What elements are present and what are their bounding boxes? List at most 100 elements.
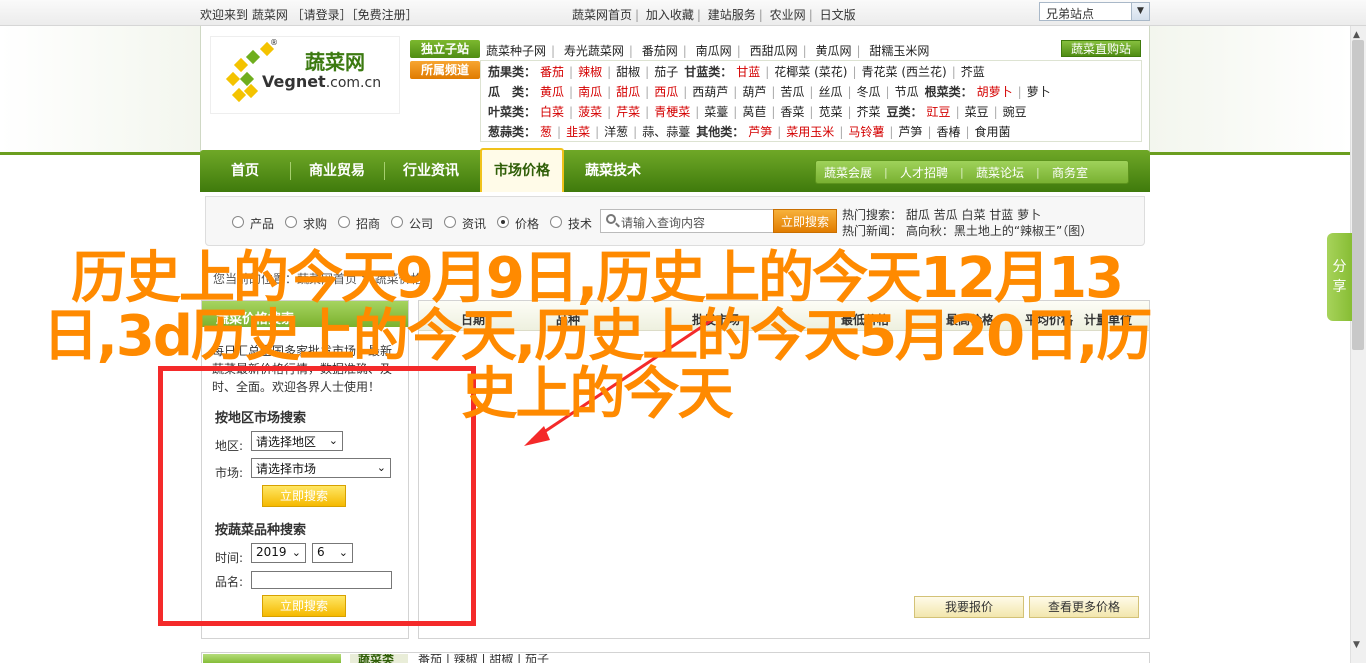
search-input[interactable]: 请输入查询内容	[600, 209, 774, 233]
category-link[interactable]: 萝卜	[1027, 85, 1051, 99]
radio-label: 招商	[356, 217, 381, 231]
nav-technology[interactable]: 蔬菜技术	[568, 150, 658, 192]
top-links: 蔬菜网首页 | 加入收藏 | 建站服务 | 农业网 | 日文版	[572, 8, 856, 22]
radio-product[interactable]	[232, 216, 244, 228]
category-label: 叶菜类：	[488, 105, 537, 119]
category-label: 甘蓝类：	[684, 65, 733, 79]
subnav-forum[interactable]: 蔬菜论坛	[976, 164, 1024, 181]
category-link[interactable]: 洋葱	[604, 125, 628, 139]
bottom-links[interactable]: 番茄 | 辣椒 | 甜椒 | 茄子	[418, 654, 549, 663]
site-link[interactable]: 黄瓜网	[815, 44, 851, 58]
category-link[interactable]: 菠菜	[578, 105, 602, 119]
category-link[interactable]: 胡萝卜	[977, 85, 1013, 99]
subnav-expo[interactable]: 蔬菜会展	[824, 164, 872, 181]
category-link[interactable]: 节瓜	[895, 85, 919, 99]
category-link[interactable]: 马铃薯	[848, 125, 884, 139]
hot-lines: 热门搜索： 甜瓜 苦瓜 白菜 甘蓝 萝卜 热门新闻： 高向秋：黑土地上的“辣椒王…	[842, 207, 1092, 239]
category-link[interactable]: 青梗菜	[654, 105, 690, 119]
subnav-jobs[interactable]: 人才招聘	[900, 164, 948, 181]
nav-divider	[290, 162, 291, 180]
nav-home[interactable]: 首页	[200, 150, 290, 192]
category-link[interactable]: 蒜、蒜薹	[642, 125, 690, 139]
category-label: 瓜 类：	[488, 85, 537, 99]
top-link-agri[interactable]: 农业网	[770, 8, 806, 22]
top-link-build-site[interactable]: 建站服务	[708, 8, 756, 22]
site-link[interactable]: 寿光蔬菜网	[564, 44, 624, 58]
category-link[interactable]: 葫芦	[742, 85, 766, 99]
vegetable-mall-button[interactable]: 蔬菜直购站	[1061, 40, 1141, 57]
category-link[interactable]: 莴苣	[742, 105, 766, 119]
category-link[interactable]: 黄瓜	[540, 85, 564, 99]
category-link[interactable]: 西瓜	[654, 85, 678, 99]
category-link[interactable]: 南瓜	[578, 85, 602, 99]
category-link[interactable]: 苦瓜	[780, 85, 804, 99]
category-link[interactable]: 花椰菜 (菜花)	[774, 65, 847, 79]
category-link[interactable]: 菜豆	[965, 105, 989, 119]
category-link[interactable]: 豇豆	[927, 105, 951, 119]
category-link[interactable]: 芦笋	[748, 125, 772, 139]
category-link[interactable]: 菜薹	[704, 105, 728, 119]
category-link[interactable]: 番茄	[540, 65, 564, 79]
category-link[interactable]: 芹菜	[616, 105, 640, 119]
category-link[interactable]: 食用菌	[975, 125, 1011, 139]
radio-price[interactable]	[497, 216, 509, 228]
nav-trade[interactable]: 商业贸易	[292, 150, 382, 192]
category-link[interactable]: 菜用玉米	[786, 125, 834, 139]
category-link[interactable]: 芥菜	[857, 105, 881, 119]
sister-sites-select[interactable]: 兄弟站点 ▼	[1039, 2, 1150, 21]
category-link[interactable]: 芥蓝	[961, 65, 985, 79]
radio-company[interactable]	[391, 216, 403, 228]
subnav-divider: |	[960, 166, 964, 179]
scroll-down-icon[interactable]: ▼	[1353, 640, 1360, 650]
bottom-tab[interactable]: 蔬菜类	[358, 654, 394, 663]
site-link[interactable]: 蔬菜种子网	[486, 44, 546, 58]
radio-news[interactable]	[444, 216, 456, 228]
category-link[interactable]: 茄子	[654, 65, 678, 79]
search-button[interactable]: 立即搜索	[773, 209, 837, 233]
radio-purchase[interactable]	[285, 216, 297, 228]
category-link[interactable]: 青花菜 (西兰花)	[862, 65, 947, 79]
category-link[interactable]: 辣椒	[578, 65, 602, 79]
category-link[interactable]: 冬瓜	[857, 85, 881, 99]
subnav-office[interactable]: 商务室	[1052, 164, 1088, 181]
hot-search-label: 热门搜索：	[842, 208, 903, 222]
welcome-text: 欢迎来到 蔬菜网 ［请登录］［免费注册］	[200, 8, 418, 22]
logo-domain: .com.cn	[325, 75, 382, 91]
site-link[interactable]: 番茄网	[642, 44, 678, 58]
hot-news-link[interactable]: 高向秋：黑土地上的“辣椒王”（图）	[906, 224, 1092, 238]
category-link[interactable]: 香菜	[780, 105, 804, 119]
category-link[interactable]: 白菜	[540, 105, 564, 119]
category-label: 根菜类：	[924, 85, 973, 99]
category-link[interactable]: 甘蓝	[736, 65, 760, 79]
site-link[interactable]: 甜糯玉米网	[869, 44, 929, 58]
share-tab[interactable]: 分享	[1327, 233, 1352, 321]
radio-technology[interactable]	[550, 216, 562, 228]
category-label: 其他类：	[696, 125, 745, 139]
scroll-up-icon[interactable]: ▲	[1353, 30, 1360, 40]
nav-news[interactable]: 行业资讯	[386, 150, 476, 192]
radio-investment[interactable]	[338, 216, 350, 228]
category-link[interactable]: 芦笋	[898, 125, 922, 139]
top-link-japanese[interactable]: 日文版	[820, 8, 856, 22]
category-link[interactable]: 葱	[540, 125, 552, 139]
category-link[interactable]: 豌豆	[1003, 105, 1027, 119]
hot-search-links[interactable]: 甜瓜 苦瓜 白菜 甘蓝 萝卜	[906, 208, 1041, 222]
category-link[interactable]: 丝瓜	[818, 85, 842, 99]
more-prices-button[interactable]: 查看更多价格	[1029, 596, 1139, 618]
category-link[interactable]: 韭菜	[566, 125, 590, 139]
nav-market-price[interactable]: 市场价格	[480, 148, 564, 192]
category-link[interactable]: 甜椒	[616, 65, 640, 79]
top-link-home[interactable]: 蔬菜网首页	[572, 8, 632, 22]
quote-button[interactable]: 我要报价	[914, 596, 1024, 618]
top-link-favorite[interactable]: 加入收藏	[646, 8, 694, 22]
category-row: 叶菜类： 白菜 | 菠菜 | 芹菜 | 青梗菜 | 菜薹 | 莴苣 | 香菜 | 苋菜 | 芥菜 豆类： 豇豆 | 菜豆 |…	[488, 105, 1027, 119]
site-link[interactable]: 西甜瓜网	[750, 44, 798, 58]
category-link[interactable]: 西葫芦	[692, 85, 728, 99]
share-label: 分享	[1332, 259, 1347, 295]
category-link[interactable]: 苋菜	[818, 105, 842, 119]
scroll-thumb[interactable]	[1352, 40, 1364, 350]
category-link[interactable]: 香椿	[936, 125, 960, 139]
site-link[interactable]: 南瓜网	[696, 44, 732, 58]
category-row: 茄果类： 番茄 | 辣椒 | 甜椒 | 茄子 甘蓝类： 甘蓝 | 花椰菜 (菜花) | 青花菜 (西兰花)…	[488, 65, 985, 79]
category-link[interactable]: 甜瓜	[616, 85, 640, 99]
